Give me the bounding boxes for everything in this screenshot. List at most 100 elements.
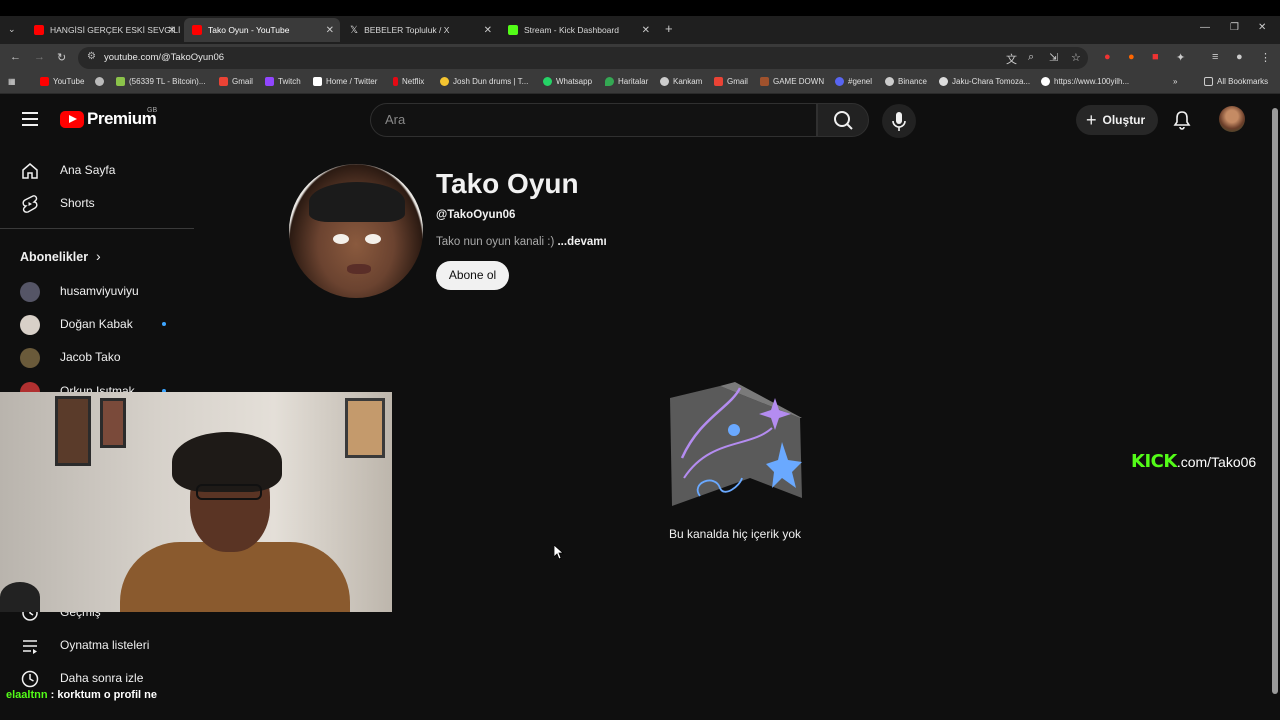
extension-red-icon[interactable]: ● bbox=[1104, 51, 1111, 63]
menu-hamburger-icon[interactable] bbox=[22, 112, 38, 126]
sidebar-sub-jacob-tako[interactable]: Jacob Tako bbox=[0, 340, 190, 374]
new-tab-icon[interactable]: + bbox=[665, 21, 673, 36]
chevron-right-icon: › bbox=[96, 248, 101, 264]
all-bookmarks-folder[interactable]: All Bookmarks bbox=[1204, 77, 1268, 86]
bookmark-twitch[interactable]: Twitch bbox=[265, 77, 301, 86]
sidebar-subscriptions-header[interactable]: Abonelikler › bbox=[0, 240, 190, 274]
youtube-logo-icon[interactable] bbox=[60, 111, 84, 128]
tab-kick-dashboard[interactable]: Stream - Kick Dashboard ✕ bbox=[500, 18, 656, 42]
kick-logo: KICK bbox=[1131, 451, 1177, 472]
extension-adblock-icon[interactable]: ■ bbox=[1152, 51, 1159, 63]
gmail-icon bbox=[219, 77, 228, 86]
sidebar-item-home[interactable]: Ana Sayfa bbox=[0, 153, 190, 187]
tab-hangisi[interactable]: HANGİSİ GERÇEK ESKİ SEVGİLİ ✕ bbox=[26, 18, 182, 42]
voice-search-button[interactable] bbox=[882, 104, 916, 138]
tab-bebeler[interactable]: 𝕏 BEBELER Topluluk / X ✕ bbox=[342, 18, 498, 42]
sidebar-item-shorts[interactable]: Shorts bbox=[0, 186, 190, 220]
channel-description[interactable]: Tako nun oyun kanali :) ...devamı bbox=[436, 236, 607, 248]
zoom-icon[interactable]: ⌕ bbox=[1028, 51, 1034, 64]
search-box[interactable] bbox=[370, 103, 817, 137]
tab-close-icon[interactable]: ✕ bbox=[326, 25, 334, 36]
media-controls-icon[interactable]: ≡ bbox=[1212, 51, 1218, 63]
bookmark-globe[interactable] bbox=[95, 77, 108, 86]
extensions-puzzle-icon[interactable]: ✦ bbox=[1176, 51, 1185, 64]
create-label: Oluştur bbox=[1102, 113, 1146, 127]
game-icon bbox=[760, 77, 769, 86]
bookmark-maps[interactable]: Haritalar bbox=[605, 77, 648, 86]
chat-separator: : bbox=[47, 689, 58, 701]
browser-menu-icon[interactable]: ⋮ bbox=[1260, 51, 1271, 64]
sidebar-sub-husamviyuviyu[interactable]: husamviyuviyu bbox=[0, 274, 190, 308]
subscribe-button[interactable]: Abone ol bbox=[436, 261, 509, 290]
window-close-icon[interactable]: ✕ bbox=[1258, 22, 1266, 33]
install-app-icon[interactable]: ⇲ bbox=[1049, 51, 1058, 64]
notifications-bell-icon[interactable] bbox=[1172, 110, 1192, 130]
search-button[interactable] bbox=[817, 103, 869, 137]
search-input[interactable] bbox=[385, 112, 785, 127]
translate-icon[interactable]: 文 bbox=[1006, 51, 1017, 67]
bookmark-jaku-chara[interactable]: Jaku-Chara Tomoza... bbox=[939, 77, 1030, 86]
tab-close-icon[interactable]: ✕ bbox=[168, 25, 176, 36]
kick-channel-overlay: KICK.com/Tako06 bbox=[1131, 451, 1256, 472]
browser-toolbar: ← → ↻ ⚙ youtube.com/@TakoOyun06 文 ⌕ ⇲ ☆ … bbox=[0, 44, 1280, 72]
channel-name: Tako Oyun bbox=[436, 168, 579, 199]
forward-icon[interactable]: → bbox=[34, 51, 45, 63]
wall-poster bbox=[100, 398, 126, 448]
site-info-icon[interactable]: ⚙ bbox=[87, 51, 96, 62]
bookmark-youtube[interactable]: YouTube bbox=[40, 77, 84, 86]
site-icon bbox=[939, 77, 948, 86]
tab-close-icon[interactable]: ✕ bbox=[642, 25, 650, 36]
profile-icon[interactable]: ● bbox=[1236, 51, 1243, 63]
streamer-jacket bbox=[120, 542, 350, 612]
bookmark-game-down[interactable]: GAME DOWN bbox=[760, 77, 824, 86]
bookmark-genel[interactable]: #genel bbox=[835, 77, 872, 86]
bookmark-kankam[interactable]: Kankam bbox=[660, 77, 702, 86]
create-button[interactable]: + Oluştur bbox=[1076, 105, 1158, 135]
bookmark-bitcoin[interactable]: (56339 TL - Bitcoin)... bbox=[116, 77, 205, 86]
youtube-premium-wordmark[interactable]: Premium bbox=[87, 109, 157, 129]
sidebar-item-label: Shorts bbox=[60, 196, 95, 210]
account-avatar[interactable] bbox=[1219, 106, 1245, 132]
extension-orange-icon[interactable]: ● bbox=[1128, 51, 1135, 63]
url-text: youtube.com/@TakoOyun06 bbox=[104, 52, 225, 63]
bookmark-100yil[interactable]: https://www.100yilh... bbox=[1041, 77, 1129, 86]
sidebar-item-playlists[interactable]: Oynatma listeleri bbox=[0, 628, 190, 662]
bookmark-gmail-2[interactable]: Gmail bbox=[714, 77, 748, 86]
tab-search-icon[interactable]: ⌄ bbox=[8, 24, 16, 35]
bookmark-gmail[interactable]: Gmail bbox=[219, 77, 253, 86]
streamer-hair bbox=[172, 432, 282, 492]
bookmark-josh-dun[interactable]: Josh Dun drums | T... bbox=[440, 77, 528, 86]
playlists-icon bbox=[23, 640, 37, 654]
page-scrollbar[interactable] bbox=[1270, 96, 1280, 706]
tab-title: Tako Oyun - YouTube bbox=[208, 25, 290, 35]
address-bar[interactable]: ⚙ youtube.com/@TakoOyun06 bbox=[78, 47, 1088, 69]
tab-close-icon[interactable]: ✕ bbox=[484, 25, 492, 36]
bookmark-star-icon[interactable]: ☆ bbox=[1071, 51, 1081, 64]
twitch-icon bbox=[265, 77, 274, 86]
back-icon[interactable]: ← bbox=[10, 51, 21, 63]
channel-avatar bbox=[20, 348, 40, 368]
kick-url-text: .com/Tako06 bbox=[1176, 454, 1257, 470]
subscription-label: Doğan Kabak bbox=[60, 317, 133, 331]
bookmark-whatsapp[interactable]: Whatsapp bbox=[543, 77, 592, 86]
channel-avatar-large[interactable] bbox=[289, 164, 423, 298]
scrollbar-thumb[interactable] bbox=[1272, 108, 1278, 694]
wall-poster bbox=[55, 396, 91, 466]
sidebar-sub-dogan-kabak[interactable]: Doğan Kabak bbox=[0, 307, 190, 341]
tab-title: BEBELER Topluluk / X bbox=[364, 25, 450, 35]
subscription-label: Jacob Tako bbox=[60, 350, 121, 364]
minimize-icon[interactable]: — bbox=[1200, 22, 1210, 33]
globe-icon bbox=[885, 77, 894, 86]
subscriptions-title: Abonelikler bbox=[20, 250, 89, 264]
bookmark-netflix[interactable]: Netflix bbox=[393, 77, 424, 86]
tab-tako-oyun[interactable]: Tako Oyun - YouTube ✕ bbox=[184, 18, 340, 42]
apps-grid-icon[interactable]: ▦ bbox=[8, 77, 16, 86]
bookmark-twitter[interactable]: Home / Twitter bbox=[313, 77, 377, 86]
bookmark-binance[interactable]: Binance bbox=[885, 77, 927, 86]
bookmarks-overflow-icon[interactable]: » bbox=[1173, 77, 1177, 86]
gmail-icon bbox=[714, 77, 723, 86]
kick-favicon-icon bbox=[508, 25, 518, 35]
description-more-link[interactable]: ...devamı bbox=[557, 236, 606, 248]
maximize-icon[interactable]: ❐ bbox=[1230, 22, 1239, 33]
reload-icon[interactable]: ↻ bbox=[57, 51, 66, 64]
